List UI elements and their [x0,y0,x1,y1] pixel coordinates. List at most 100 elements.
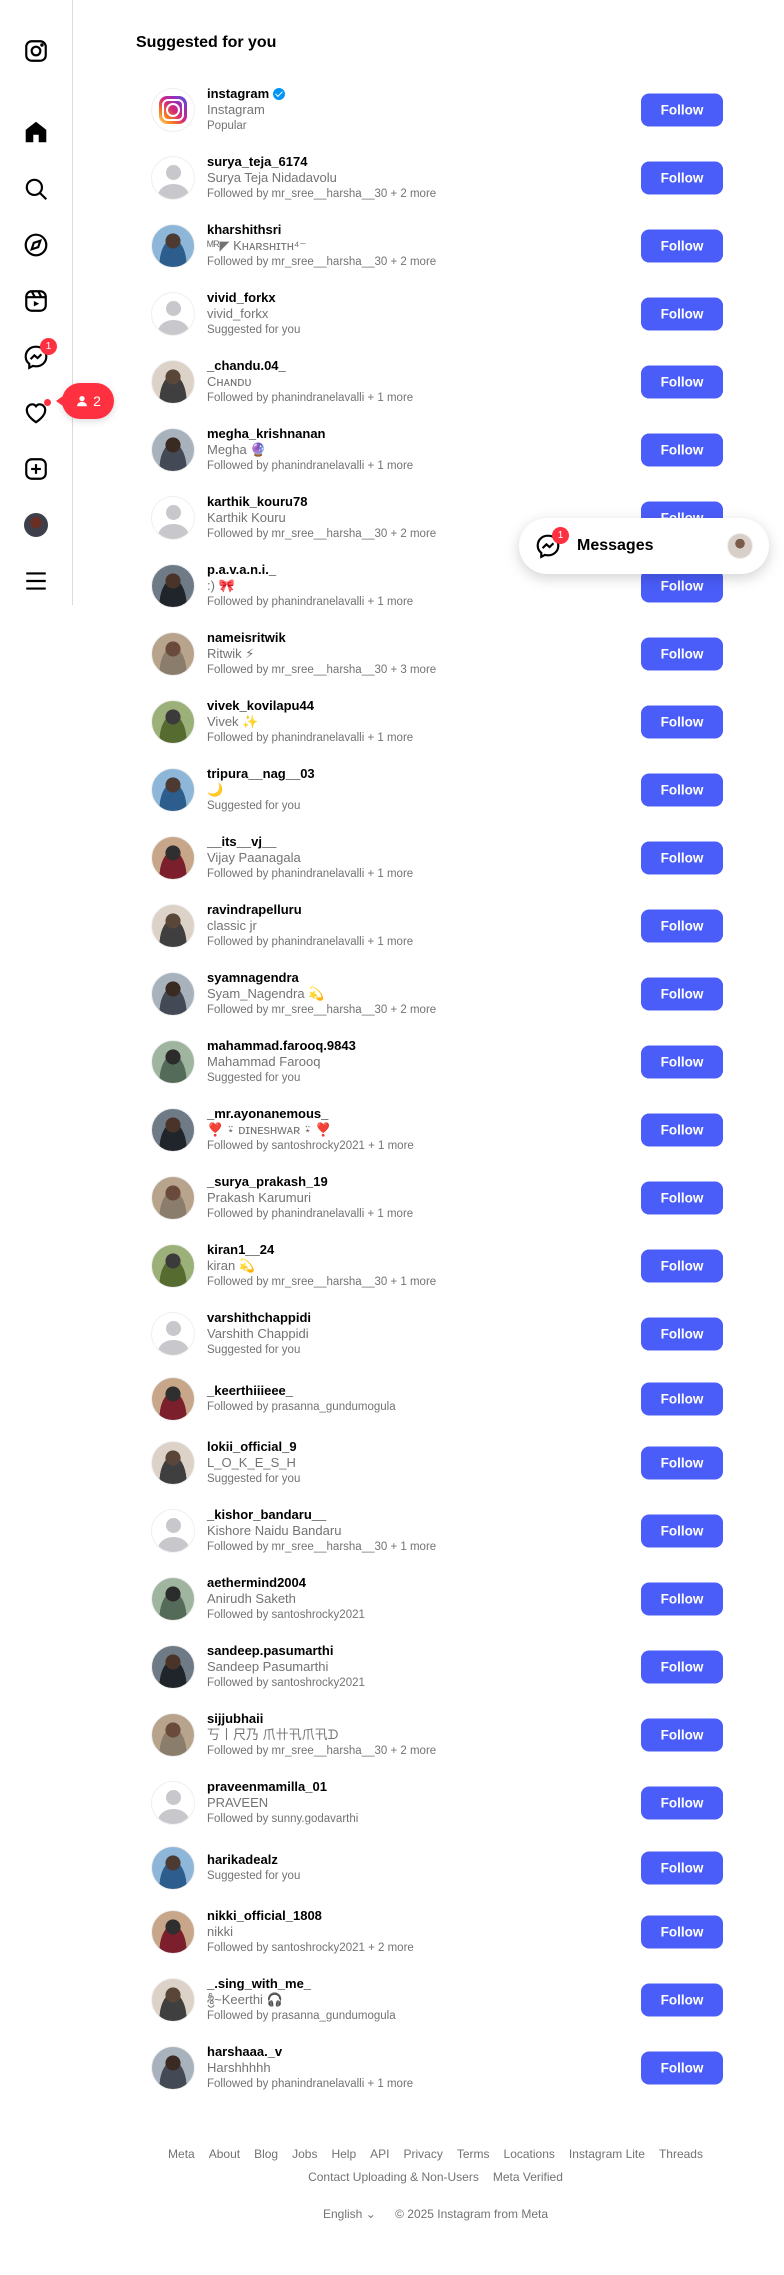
messenger-icon[interactable]: 1 [21,338,57,372]
avatar[interactable] [151,428,195,472]
follow-button[interactable]: Follow [641,1983,723,2017]
avatar[interactable] [151,1713,195,1757]
follow-button[interactable]: Follow [641,977,723,1011]
footer-link[interactable]: About [209,2147,240,2161]
avatar[interactable] [151,836,195,880]
reels-icon[interactable] [21,286,51,316]
follow-button[interactable]: Follow [641,229,723,263]
follow-button[interactable]: Follow [641,569,723,603]
follow-button[interactable]: Follow [641,1582,723,1616]
search-icon[interactable] [21,174,51,204]
profile-avatar[interactable] [21,510,51,540]
follow-button[interactable]: Follow [641,297,723,331]
suggestion-row: vivid_forkx vivid_forkx Suggested for you F… [148,280,723,348]
follow-button[interactable]: Follow [641,909,723,943]
person-icon [77,396,88,407]
avatar[interactable] [151,1845,195,1890]
follow-button[interactable]: Follow [641,1650,723,1684]
footer-link[interactable]: Terms [457,2147,490,2161]
suggestion-row: instagram Instagram Popular Follow [148,76,723,144]
avatar[interactable] [151,632,195,676]
avatar[interactable] [151,904,195,948]
avatar[interactable] [151,1176,195,1220]
avatar[interactable] [151,1910,195,1954]
messages-badge: 1 [552,527,569,544]
avatar[interactable] [151,972,195,1016]
follow-button[interactable]: Follow [641,1786,723,1820]
copyright: © 2025 Instagram from Meta [395,2207,548,2221]
footer-link[interactable]: Instagram Lite [569,2147,645,2161]
page-title: Suggested for you [136,34,277,51]
avatar[interactable] [151,292,195,336]
avatar[interactable] [151,1577,195,1621]
language-selector[interactable]: English ⌄ [323,2207,376,2221]
follow-button[interactable]: Follow [641,1446,723,1480]
follow-button[interactable]: Follow [641,2051,723,2085]
instagram-logo-icon[interactable] [21,36,51,66]
avatar[interactable] [151,156,195,200]
suggestion-row: mahammad.farooq.9843 Mahammad Farooq Sugge… [148,1028,723,1096]
avatar[interactable] [151,1108,195,1152]
avatar[interactable] [151,1781,195,1825]
suggestion-row: _keerthiiieee_ Followed by prasanna_gundu… [148,1368,723,1429]
follow-button[interactable]: Follow [641,1915,723,1949]
follow-button[interactable]: Follow [641,773,723,807]
suggestion-row: aethermind2004 Anirudh Saketh Followed by … [148,1565,723,1633]
footer-link[interactable]: Locations [504,2147,555,2161]
follow-button[interactable]: Follow [641,1851,723,1884]
follow-button[interactable]: Follow [641,433,723,467]
suggestion-row: sijjubhaii 丂丨尺乃 爪卄卂爪卂ᗪ Followed by mr_sree… [148,1701,723,1769]
avatar[interactable] [151,224,195,268]
footer-link[interactable]: Meta Verified [493,2170,563,2184]
avatar[interactable] [151,1376,195,1421]
follow-button[interactable]: Follow [641,1045,723,1079]
avatar[interactable] [151,360,195,404]
footer-link[interactable]: Blog [254,2147,278,2161]
explore-compass-icon[interactable] [21,230,51,260]
avatar[interactable] [151,1441,195,1485]
notifications-heart-icon[interactable] [21,398,51,428]
suggestion-row: praveenmamilla_01 PRAVEEN Followed by sunn… [148,1769,723,1837]
follow-button[interactable]: Follow [641,1382,723,1415]
follow-button[interactable]: Follow [641,365,723,399]
avatar[interactable] [151,496,195,540]
follow-button[interactable]: Follow [641,1317,723,1351]
follow-button[interactable]: Follow [641,93,723,127]
new-followers-notification[interactable]: 2 [56,383,114,419]
follow-button[interactable]: Follow [641,705,723,739]
follow-button[interactable]: Follow [641,841,723,875]
avatar[interactable] [151,1244,195,1288]
follow-button[interactable]: Follow [641,161,723,195]
footer-link[interactable]: API [370,2147,389,2161]
footer-link[interactable]: Threads [659,2147,703,2161]
messages-floating-button[interactable]: 1 Messages [519,518,769,574]
avatar[interactable] [151,2046,195,2090]
footer-link[interactable]: Privacy [404,2147,443,2161]
avatar[interactable] [151,1040,195,1084]
footer-link[interactable]: Contact Uploading & Non-Users [308,2170,479,2184]
avatar[interactable] [151,700,195,744]
follow-button[interactable]: Follow [641,1249,723,1283]
suggestion-row: kiran1__24 kiran 💫 Followed by mr_sree__ha… [148,1232,723,1300]
follow-button[interactable]: Follow [641,1718,723,1752]
avatar[interactable] [151,768,195,812]
avatar[interactable] [151,1978,195,2022]
home-icon[interactable] [21,117,51,147]
avatar[interactable] [151,564,195,608]
suggestion-row: nikki_official_1808 nikki Followed by sant… [148,1898,723,1966]
footer-link[interactable]: Jobs [292,2147,317,2161]
suggestion-row: _chandu.04_ Cʜᴀɴᴅᴜ Followed by phanindrane… [148,348,723,416]
follow-button[interactable]: Follow [641,1514,723,1548]
avatar[interactable] [151,1645,195,1689]
more-menu-icon[interactable] [21,566,51,596]
avatar[interactable] [151,1312,195,1356]
create-plus-icon[interactable] [21,454,51,484]
follow-button[interactable]: Follow [641,1181,723,1215]
footer-link[interactable]: Meta [168,2147,195,2161]
avatar[interactable] [151,88,195,132]
sidebar-nav: 1 [0,0,73,605]
avatar[interactable] [151,1509,195,1553]
follow-button[interactable]: Follow [641,1113,723,1147]
footer-link[interactable]: Help [331,2147,356,2161]
follow-button[interactable]: Follow [641,637,723,671]
